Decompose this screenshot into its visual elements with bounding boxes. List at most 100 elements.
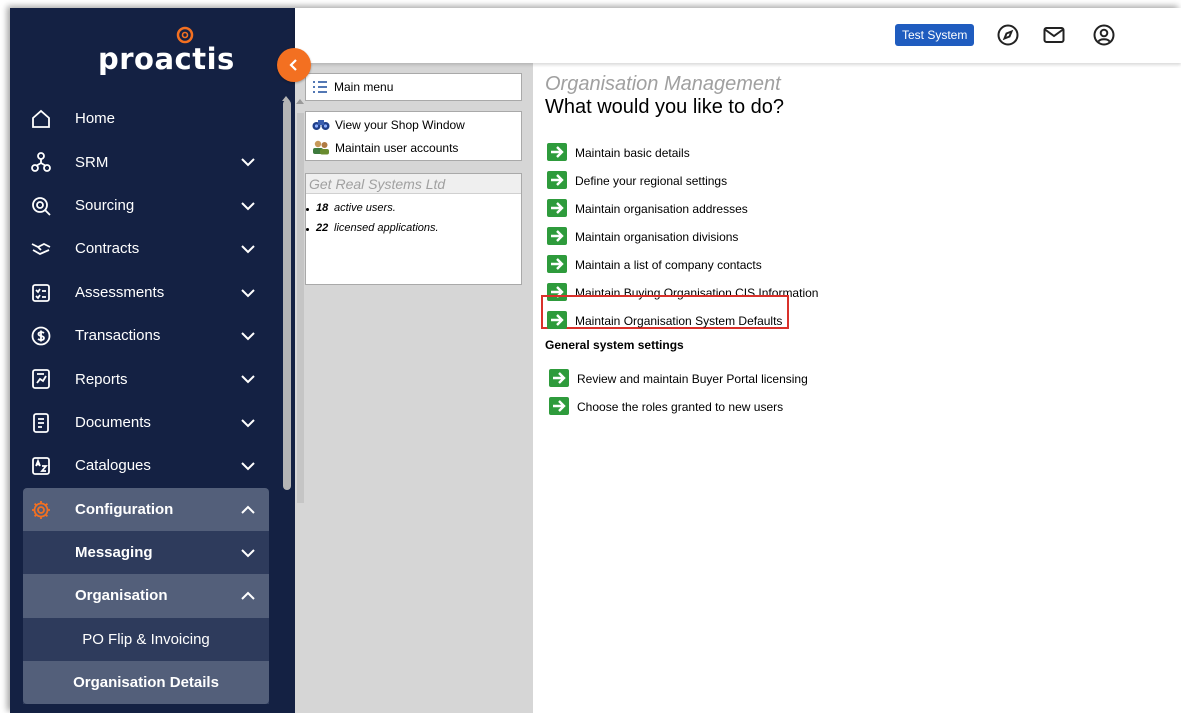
shortcuts-box: View your Shop Window Maintain user acco… <box>305 111 522 161</box>
sidebar-item-srm[interactable]: SRM <box>10 140 295 183</box>
organisation-summary-header: Get Real Systems Ltd <box>306 174 521 194</box>
chevron-down-icon <box>241 288 255 297</box>
arrow-right-icon <box>549 369 569 387</box>
sidebar-item-catalogues[interactable]: Catalogues <box>10 444 295 487</box>
chevron-down-icon <box>241 375 255 384</box>
user-accounts-label: Maintain user accounts <box>335 141 459 155</box>
sidebar-nav: Home SRM Sourcing Contracts Assessments … <box>10 97 295 705</box>
action-maintain-company-contacts[interactable]: Maintain a list of company contacts <box>547 255 947 275</box>
sidebar-item-po-flip-invoicing[interactable]: PO Flip & Invoicing <box>23 618 269 661</box>
checklist-icon <box>32 283 50 302</box>
chevron-up-icon <box>241 505 255 514</box>
gear-icon <box>32 500 50 519</box>
arrow-right-icon <box>547 199 567 217</box>
sidebar-item-label: Messaging <box>75 544 153 562</box>
arrow-right-icon <box>547 255 567 273</box>
chevron-down-icon <box>241 462 255 471</box>
sidebar-item-label: Transactions <box>75 327 161 345</box>
arrow-right-icon <box>547 311 567 329</box>
chevron-left-icon <box>289 59 297 71</box>
sidebar: proactis Home SRM Sourcing Contracts Ass… <box>10 8 295 713</box>
sidebar-item-organisation[interactable]: Organisation <box>23 574 269 618</box>
sidebar-item-label: Home <box>75 110 116 128</box>
page-heading: What would you like to do? <box>545 96 785 118</box>
sidebar-item-label: Reports <box>75 370 128 388</box>
sidebar-item-label: SRM <box>75 153 109 171</box>
logo-mark-icon <box>176 26 194 44</box>
action-maintain-addresses[interactable]: Maintain organisation addresses <box>547 199 947 219</box>
top-bar: Test System <box>295 8 1181 63</box>
compass-icon[interactable] <box>996 23 1020 47</box>
shop-window-label: View your Shop Window <box>335 118 465 132</box>
arrow-right-icon <box>547 227 567 245</box>
action-label: Maintain organisation divisions <box>575 230 739 244</box>
sidebar-scrollbar[interactable] <box>281 96 291 713</box>
sidebar-item-sourcing[interactable]: Sourcing <box>10 184 295 227</box>
section-title: Organisation Management <box>545 73 781 95</box>
proactis-logo[interactable]: proactis <box>98 26 234 78</box>
test-system-badge: Test System <box>895 24 975 46</box>
chevron-down-icon <box>241 245 255 254</box>
chevron-down-icon <box>241 202 255 211</box>
chevron-down-icon <box>241 158 255 167</box>
action-label: Choose the roles granted to new users <box>577 400 784 414</box>
sidebar-scroll-thumb[interactable] <box>283 100 291 490</box>
bullet <box>306 228 309 231</box>
sidebar-item-organisation-details[interactable]: Organisation Details <box>23 661 269 705</box>
shop-window-link[interactable]: View your Shop Window <box>310 116 515 134</box>
binoculars-icon <box>312 120 330 130</box>
sidebar-item-messaging[interactable]: Messaging <box>23 531 269 574</box>
sidebar-item-contracts[interactable]: Contracts <box>10 227 295 270</box>
chevron-down-icon <box>241 332 255 341</box>
action-label: Review and maintain Buyer Portal licensi… <box>577 372 808 386</box>
user-accounts-link[interactable]: Maintain user accounts <box>310 139 515 157</box>
scroll-up-icon[interactable] <box>295 97 305 105</box>
sidebar-item-label: Assessments <box>75 283 165 301</box>
main-content: Organisation Management What would you l… <box>533 63 1181 713</box>
action-label: Define your regional settings <box>575 174 728 188</box>
arrow-right-icon <box>547 171 567 189</box>
bullet <box>306 208 309 211</box>
sidebar-item-assessments[interactable]: Assessments <box>10 271 295 314</box>
sidebar-item-home[interactable]: Home <box>10 97 295 140</box>
sidebar-item-documents[interactable]: Documents <box>10 401 295 444</box>
search-icon <box>32 196 51 216</box>
arrow-right-icon <box>549 397 569 415</box>
action-maintain-divisions[interactable]: Maintain organisation divisions <box>547 227 947 247</box>
action-maintain-basic-details[interactable]: Maintain basic details <box>547 143 947 163</box>
mail-icon[interactable] <box>1042 23 1066 47</box>
general-settings-heading: General system settings <box>545 338 684 352</box>
action-maintain-system-defaults[interactable]: Maintain Organisation System Defaults <box>547 311 947 331</box>
left-panel-scroll-thumb[interactable] <box>297 113 304 503</box>
users-icon <box>313 140 329 155</box>
action-roles-for-new-users[interactable]: Choose the roles granted to new users <box>549 397 949 417</box>
document-icon <box>33 412 49 433</box>
catalogue-icon <box>32 457 50 476</box>
sidebar-item-label: Sourcing <box>75 196 135 214</box>
report-icon <box>32 369 50 390</box>
active-users-count: 18 <box>316 202 329 214</box>
sidebar-item-transactions[interactable]: Transactions <box>10 314 295 357</box>
action-label: Maintain basic details <box>575 146 690 160</box>
sidebar-item-label: Organisation Details <box>73 674 219 692</box>
main-menu-button[interactable]: Main menu <box>305 73 522 101</box>
organisation-name: Get Real Systems Ltd <box>309 176 446 192</box>
chevron-up-icon <box>241 591 255 601</box>
sidebar-item-reports[interactable]: Reports <box>10 357 295 400</box>
action-buyer-portal-licensing[interactable]: Review and maintain Buyer Portal licensi… <box>549 369 949 389</box>
sidebar-item-configuration[interactable]: Configuration <box>23 487 269 531</box>
app-window: proactis Home SRM Sourcing Contracts Ass… <box>10 8 1181 713</box>
user-account-icon[interactable] <box>1092 23 1116 47</box>
collapse-sidebar-button[interactable] <box>277 48 311 82</box>
sidebar-item-label: Organisation <box>75 587 168 605</box>
action-label: Maintain a list of company contacts <box>575 258 762 272</box>
action-label: Maintain organisation addresses <box>575 202 748 216</box>
sidebar-item-label: Catalogues <box>75 457 151 475</box>
list-menu-icon <box>313 81 327 93</box>
arrow-right-icon <box>547 143 567 161</box>
licensed-apps-count: 22 <box>316 222 329 234</box>
sidebar-item-label: Documents <box>75 413 151 431</box>
logo-text: proactis <box>98 42 235 76</box>
action-define-regional-settings[interactable]: Define your regional settings <box>547 171 947 191</box>
sidebar-item-label: PO Flip & Invoicing <box>82 630 210 648</box>
